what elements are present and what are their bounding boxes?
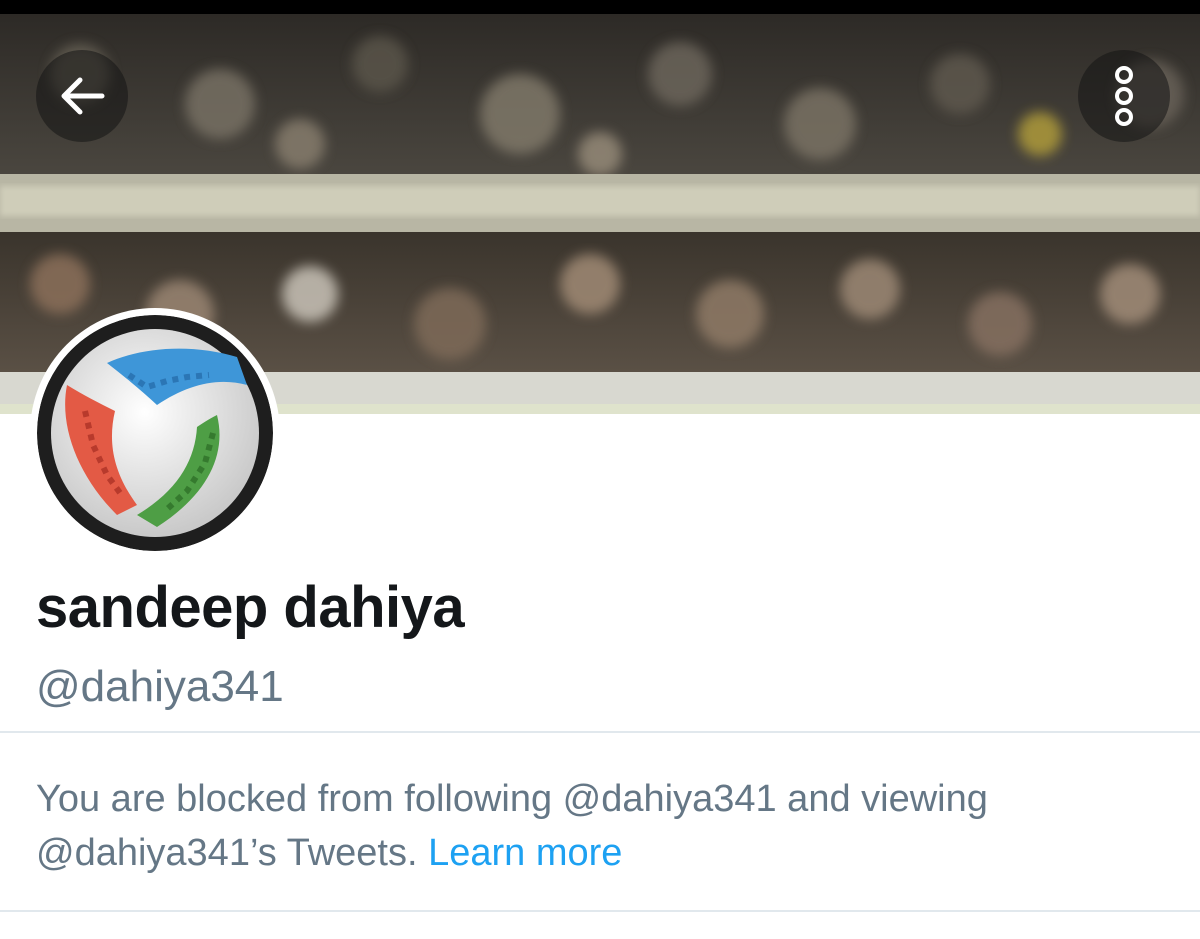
username-handle: @dahiya341: [36, 662, 284, 711]
profile-avatar[interactable]: [30, 308, 280, 558]
soccer-ball-boots-icon: [37, 315, 273, 551]
blocked-notice-line2: @dahiya341’s Tweets.: [36, 832, 429, 874]
blocked-notice: You are blocked from following @dahiya34…: [36, 772, 1166, 880]
more-vertical-icon: [1115, 66, 1133, 126]
divider: [0, 731, 1200, 733]
back-button[interactable]: [36, 50, 128, 142]
display-name: sandeep dahiya: [36, 575, 465, 640]
more-options-button[interactable]: [1078, 50, 1170, 142]
divider: [0, 910, 1200, 912]
blocked-notice-line1: You are blocked from following @dahiya34…: [36, 778, 988, 820]
status-bar: [0, 0, 1200, 14]
arrow-left-icon: [61, 77, 105, 115]
learn-more-link[interactable]: Learn more: [428, 832, 622, 874]
